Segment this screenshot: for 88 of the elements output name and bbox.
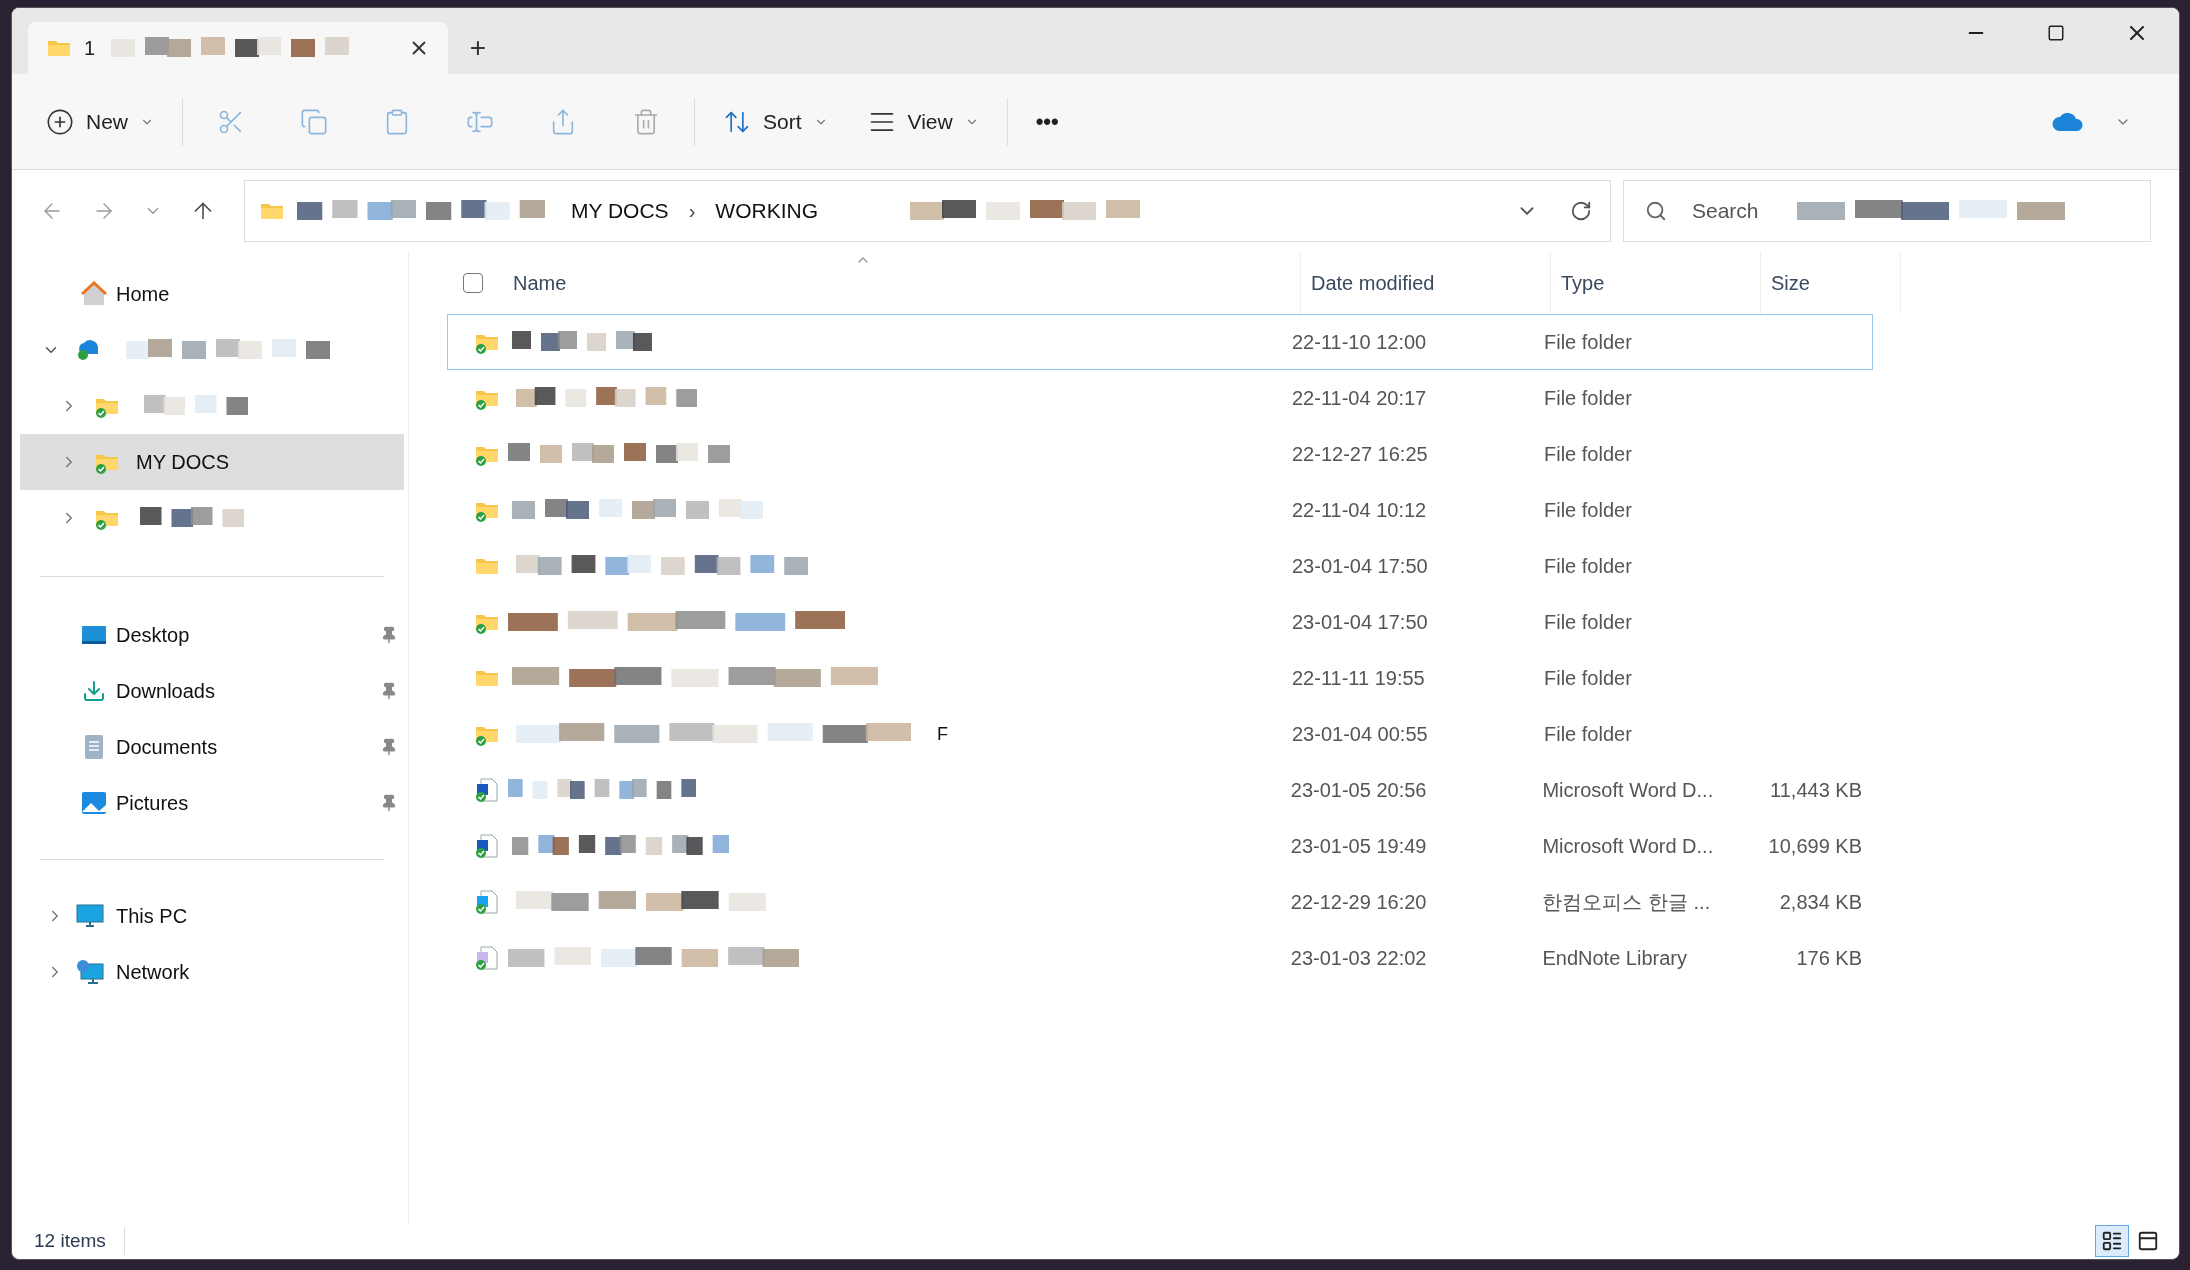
refresh-icon[interactable] <box>1570 200 1592 222</box>
type-cell-text: File folder <box>1543 610 1633 635</box>
type-cell-text: Microsoft Word D... <box>1541 834 1715 859</box>
sidebar-item[interactable]: MY DOCS <box>20 434 404 490</box>
type-cell-text: File folder <box>1543 442 1633 467</box>
plus-icon <box>46 107 74 136</box>
address-bar[interactable]: MY DOCS › WORKING <box>244 180 1611 242</box>
type-cell-text: File folder <box>1543 722 1633 747</box>
size-cell-text: 2,834 KB <box>1778 890 1863 915</box>
type-cell-text: File folder <box>1543 554 1633 579</box>
date-cell-text: 23-01-05 20:56 <box>1289 778 1428 803</box>
date-cell-text: 23-01-04 17:50 <box>1291 554 1429 579</box>
breadcrumb-separator: › <box>687 199 697 224</box>
breadcrumb[interactable]: MY DOCS <box>571 195 669 227</box>
pin-icon[interactable] <box>380 738 398 756</box>
tiles-icon <box>2137 1230 2159 1252</box>
file-row[interactable]: 23-01-03 22:02 EndNote Library 176 KB <box>447 930 1873 986</box>
sidebar-item[interactable]: Pictures <box>16 775 408 831</box>
sidebar-item[interactable]: Documents <box>16 719 408 775</box>
column-header[interactable]: Type <box>1551 252 1761 314</box>
sidebar-label: MY DOCS <box>136 450 229 475</box>
file-row[interactable]: F 23-01-04 00:55 File folder <box>447 706 1873 762</box>
column-header[interactable]: Date modified <box>1301 252 1551 314</box>
file-row[interactable]: 22-11-11 19:55 File folder <box>447 650 1873 706</box>
sidebar-item[interactable]: Downloads <box>16 663 408 719</box>
date-cell-text: 23-01-05 19:49 <box>1289 834 1428 859</box>
file-row[interactable]: 22-11-04 20:17 File folder <box>447 370 1873 426</box>
file-row[interactable]: 22-12-29 16:20 한컴오피스 한글 ... 2,834 KB <box>447 874 1873 930</box>
sidebar-item[interactable]: Network <box>16 944 408 1000</box>
file-row[interactable]: 23-01-04 17:50 File folder <box>447 538 1873 594</box>
date-cell-text: 22-12-27 16:25 <box>1291 442 1429 467</box>
file-row[interactable]: 23-01-04 17:50 File folder <box>447 594 1873 650</box>
date-cell-text: 22-11-04 10:12 <box>1291 498 1428 523</box>
sidebar-item[interactable]: This PC <box>16 888 408 944</box>
type-cell-text: 한컴오피스 한글 ... <box>1541 890 1712 915</box>
date-cell-text: 22-11-10 12:00 <box>1291 330 1428 355</box>
sidebar-item[interactable]: Home <box>16 266 408 322</box>
item-count: 12 items <box>34 1226 125 1256</box>
pin-icon[interactable] <box>380 626 398 644</box>
new-button[interactable]: New <box>34 93 166 150</box>
size-cell-text: 176 KB <box>1795 946 1863 971</box>
more-button[interactable]: ••• <box>1023 93 1071 150</box>
date-cell-text: 22-12-29 16:20 <box>1289 890 1428 915</box>
list-icon <box>2101 1230 2123 1252</box>
type-cell-text: File folder <box>1543 666 1633 691</box>
name-fragment: F <box>937 722 948 746</box>
view-button[interactable]: View <box>855 93 991 150</box>
pin-icon[interactable] <box>380 794 398 812</box>
picture-icon <box>81 791 107 815</box>
file-row[interactable]: 23-01-05 20:56 Microsoft Word D... 11,443 KB <box>447 762 1873 818</box>
date-cell-text: 22-11-04 20:17 <box>1291 386 1428 411</box>
new-tab-button[interactable]: + <box>448 22 508 74</box>
type-cell-text: File folder <box>1543 498 1633 523</box>
tab-title: 1 <box>84 36 96 61</box>
breadcrumb[interactable]: WORKING <box>715 195 818 227</box>
type-cell-text: EndNote Library <box>1541 946 1688 971</box>
file-row[interactable]: 22-12-27 16:25 File folder <box>447 426 1873 482</box>
type-cell-text: Microsoft Word D... <box>1541 778 1715 803</box>
column-header[interactable]: Name <box>503 252 1301 314</box>
file-row[interactable]: 23-01-05 19:49 Microsoft Word D... 10,699 KB <box>447 818 1873 874</box>
search-icon <box>1645 200 1667 222</box>
type-cell-text: File folder <box>1543 386 1633 411</box>
date-cell-text: 22-11-11 19:55 <box>1291 666 1426 691</box>
network-icon <box>76 959 104 985</box>
explorer-tab[interactable]: 1 <box>28 22 448 74</box>
document-icon <box>83 734 105 760</box>
cloud-icon[interactable] <box>2051 110 2085 133</box>
file-row[interactable]: 22-11-04 10:12 File folder <box>447 482 1873 538</box>
size-cell-text: 10,699 KB <box>1767 834 1863 859</box>
details-view-button[interactable] <box>2095 1225 2129 1257</box>
monitor-icon <box>76 903 104 929</box>
sidebar-item[interactable]: Desktop <box>16 607 408 663</box>
delete-icon[interactable] <box>632 107 660 136</box>
pin-icon[interactable] <box>380 682 398 700</box>
type-cell-text: File folder <box>1543 330 1633 355</box>
select-all-checkbox[interactable] <box>463 273 483 293</box>
date-cell-text: 23-01-04 17:50 <box>1291 610 1429 635</box>
file-row[interactable]: 22-11-10 12:00 File folder <box>447 314 1873 370</box>
size-cell-text: 11,443 KB <box>1769 778 1863 803</box>
sort-button[interactable]: Sort <box>711 93 840 150</box>
column-header[interactable]: Size <box>1761 252 1901 314</box>
date-cell-text: 23-01-04 00:55 <box>1291 722 1429 747</box>
search-field[interactable]: Search <box>1623 180 2151 242</box>
home-icon <box>80 281 108 307</box>
date-cell-text: 23-01-03 22:02 <box>1289 946 1428 971</box>
maximize-icon[interactable] <box>2047 24 2065 42</box>
desktop-icon <box>81 624 107 646</box>
download-icon <box>82 679 106 703</box>
